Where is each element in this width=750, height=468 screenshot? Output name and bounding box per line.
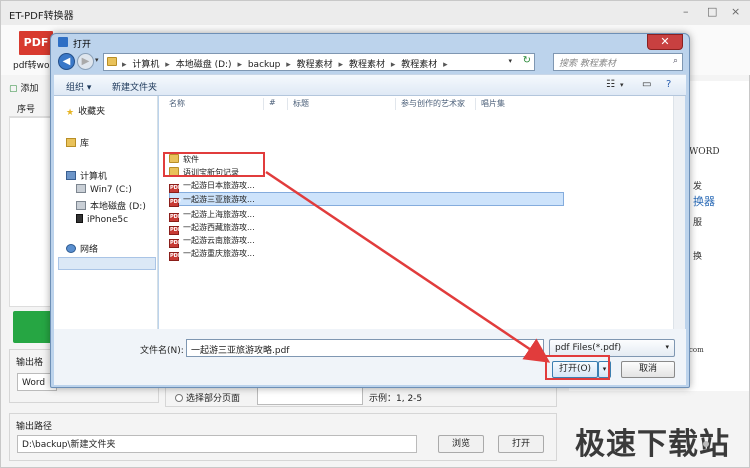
nav-library[interactable]: 库	[66, 136, 89, 149]
col-title[interactable]: 标题	[293, 98, 309, 109]
watermark-dot	[703, 441, 709, 447]
nav-computer[interactable]: 计算机	[66, 169, 107, 182]
nav-drive-d[interactable]: 本地磁盘 (D:)	[76, 199, 146, 212]
nav-favorites[interactable]: ★ 收藏夹	[66, 104, 105, 118]
col-number[interactable]: #	[269, 98, 276, 107]
address-bar[interactable]: ▸ 计算机 ▸ 本地磁盘 (D:) ▸ backup ▸ 教程素材 ▸ 教程素材…	[103, 53, 535, 71]
crumb-item[interactable]: 教程素材	[401, 60, 437, 70]
pdf-tool-icon[interactable]: PDF	[19, 31, 53, 55]
file-row[interactable]: PDF 一起游西藏旅游攻...	[169, 222, 319, 235]
help-icon[interactable]: ?	[666, 79, 671, 90]
vertical-scrollbar[interactable]	[673, 96, 685, 329]
view-options-icon[interactable]: ☷	[606, 79, 615, 90]
history-dropdown-icon[interactable]: ▾	[95, 56, 99, 64]
forward-arrow-icon[interactable]: ▶	[77, 53, 94, 70]
command-bar: 组织 ▾ 新建文件夹 ☷ ▾ ▭ ?	[54, 74, 686, 96]
pdf-file-icon: PDF	[169, 213, 182, 222]
nav-network[interactable]: 网络	[66, 242, 98, 255]
dialog-title: 打开	[73, 40, 92, 50]
pdf-file-icon: PDF	[169, 252, 182, 261]
pdf-file-icon: PDF	[169, 184, 182, 193]
radio-icon	[175, 394, 183, 402]
dialog-app-icon	[58, 37, 68, 47]
add-file-button[interactable]: ▢ 添加	[9, 81, 39, 94]
file-row[interactable]: PDF 一起游云南旅游攻...	[169, 235, 319, 248]
view-dropdown-icon[interactable]: ▾	[620, 81, 624, 89]
pdf-file-icon: PDF	[169, 239, 182, 248]
open-folder-button[interactable]: 打开	[498, 435, 544, 453]
pdf-tool-label[interactable]: pdf转wo	[13, 58, 49, 71]
minimize-button[interactable]: –	[683, 5, 689, 18]
drive-icon	[76, 184, 86, 193]
close-button[interactable]: ×	[731, 5, 740, 18]
page-range-example: 示例：1, 2-5	[369, 394, 423, 404]
search-icon[interactable]: ⌕	[673, 56, 678, 66]
crumb-item[interactable]: backup	[248, 60, 281, 70]
info-line: WORD	[689, 147, 720, 157]
address-dropdown-icon[interactable]: ▾	[508, 57, 512, 65]
crumb-item[interactable]: 本地磁盘 (D:)	[176, 60, 232, 70]
navigation-pane: ★ 收藏夹 库 计算机 Win7 (C:) 本地磁盘 (D:) iPhone5c …	[54, 96, 158, 329]
col-index: 序号	[17, 105, 36, 115]
col-name[interactable]: 名称	[169, 98, 185, 109]
info-title: 换器	[693, 195, 715, 208]
info-line: 服	[693, 218, 703, 228]
library-icon	[66, 138, 76, 147]
output-path-input[interactable]: D:\backup\新建文件夹	[17, 435, 417, 453]
info-line: com	[689, 346, 704, 354]
preview-pane-icon[interactable]: ▭	[642, 79, 651, 90]
drive-icon	[76, 201, 86, 210]
cancel-button[interactable]: 取消	[621, 361, 675, 378]
crumb-item[interactable]: 计算机	[132, 60, 159, 70]
output-path-label: 输出路径	[16, 422, 53, 432]
nav-drive-c[interactable]: Win7 (C:)	[76, 184, 132, 195]
crumb-item[interactable]: 教程素材	[297, 60, 333, 70]
file-row-selected[interactable]: PDF 一起游三亚旅游攻...	[169, 194, 319, 207]
filename-label: 文件名(N):	[140, 346, 184, 356]
info-line: 发	[693, 182, 703, 192]
star-icon: ★	[66, 108, 75, 118]
app-title-bar: ET-PDF转换器 – □ ×	[1, 1, 750, 25]
chevron-down-icon: ▾	[665, 343, 669, 351]
dialog-close-button[interactable]: ✕	[647, 34, 683, 50]
selected-file-highlight-box	[163, 152, 265, 177]
pdf-file-icon: PDF	[169, 226, 182, 235]
dialog-title-bar[interactable]: 打开 ✕	[51, 34, 689, 50]
info-line: 换	[693, 252, 703, 262]
col-artist[interactable]: 参与创作的艺术家	[401, 98, 465, 109]
folder-icon	[107, 57, 117, 66]
convert-button[interactable]	[13, 311, 53, 343]
add-label: 添加	[20, 84, 39, 94]
search-input[interactable]: 搜索 教程素材 ⌕	[553, 53, 683, 71]
select-pages-radio[interactable]: 选择部分页面	[175, 391, 240, 404]
phone-icon	[76, 214, 83, 223]
open-file-dialog: 打开 ✕ ◀ ▶ ▾ ▸ 计算机 ▸ 本地磁盘 (D:) ▸ backup ▸ …	[50, 33, 690, 388]
open-button-highlight-box	[545, 355, 610, 380]
back-arrow-icon[interactable]: ◀	[58, 53, 75, 70]
output-format-label: 输出格	[16, 358, 44, 368]
nav-selection-highlight	[58, 257, 156, 270]
organize-menu[interactable]: 组织 ▾	[66, 80, 91, 93]
breadcrumb: ▸ 计算机 ▸ 本地磁盘 (D:) ▸ backup ▸ 教程素材 ▸ 教程素材…	[122, 60, 448, 70]
app-title: ET-PDF转换器	[9, 11, 74, 22]
nav-iphone[interactable]: iPhone5c	[76, 214, 128, 225]
add-icon: ▢	[9, 84, 18, 94]
file-row[interactable]: PDF 一起游日本旅游攻...	[169, 180, 319, 193]
page-range-input[interactable]	[257, 387, 363, 405]
file-row[interactable]: PDF 一起游重庆旅游攻...	[169, 248, 319, 261]
filename-input[interactable]: 一起游三亚旅游攻略.pdf ▾	[186, 339, 544, 357]
col-album[interactable]: 唱片集	[481, 98, 505, 109]
file-list-view[interactable]: 名称 # 标题 参与创作的艺术家 唱片集 软件 语训宝新句记录 PDF 一起游日本…	[159, 96, 685, 329]
network-icon	[66, 244, 76, 253]
filename-dropdown-icon[interactable]: ▾	[535, 343, 539, 351]
browse-button[interactable]: 浏览	[438, 435, 484, 453]
file-row[interactable]: PDF 一起游上海旅游攻...	[169, 209, 319, 222]
computer-icon	[66, 171, 76, 180]
pdf-file-icon: PDF	[169, 198, 182, 207]
new-folder-button[interactable]: 新建文件夹	[112, 80, 157, 93]
crumb-item[interactable]: 教程素材	[349, 60, 385, 70]
maximize-button[interactable]: □	[707, 5, 717, 18]
refresh-icon[interactable]: ↻	[523, 55, 531, 66]
